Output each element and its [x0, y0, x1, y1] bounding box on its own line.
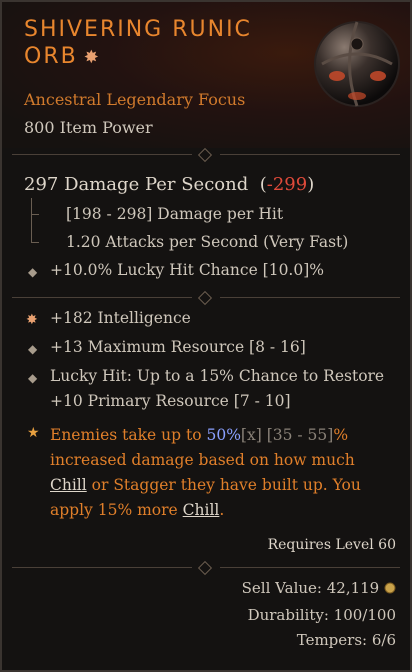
item-title-line2: ORB [24, 44, 78, 69]
tempers: Tempers: 6/6 [296, 631, 396, 649]
orb-item-icon [314, 21, 400, 107]
gold-icon [384, 582, 396, 594]
chill-keyword[interactable]: Chill [183, 501, 220, 519]
durability: Durability: 100/100 [247, 606, 396, 624]
diamond-bullet-icon: ◆ [28, 265, 38, 279]
tree-branch [31, 214, 39, 215]
legendary-star-icon: ★ [27, 425, 40, 441]
dps-delta: -299 [266, 174, 308, 195]
legendary-aspect: Enemies take up to 50%[x] [35 - 55]% inc… [50, 426, 361, 519]
sell-value: Sell Value: 42,119 [242, 579, 396, 597]
item-tooltip: SHIVERING RUNIC ORB ✸ Ancestral Legendary… [0, 0, 412, 672]
required-level: Requires Level 60 [267, 537, 396, 553]
diamond-bullet-icon: ◆ [28, 371, 38, 385]
tooltip-header: SHIVERING RUNIC ORB ✸ Ancestral Legendary… [2, 2, 410, 148]
affix-lucky-hit-line2: +10 Primary Resource [7 - 10] [50, 392, 291, 410]
attacks-per-second: 1.20 Attacks per Second (Very Fast) [66, 233, 349, 251]
item-title-line1: SHIVERING RUNIC [24, 17, 252, 42]
divider [12, 560, 400, 576]
affix-max-resource: +13 Maximum Resource [8 - 16] [50, 338, 306, 356]
damage-per-hit: [198 - 298] Damage per Hit [66, 205, 284, 223]
lucky-hit-chance: +10.0% Lucky Hit Chance [10.0]% [50, 261, 324, 279]
damage-per-second: 297 Damage Per Second (-299) [24, 174, 315, 195]
affix-lucky-hit-line1: Lucky Hit: Up to a 15% Chance to Restore [50, 367, 385, 385]
diamond-bullet-icon: ◆ [28, 342, 38, 356]
affix-intelligence: +182 Intelligence [50, 309, 191, 327]
chill-keyword[interactable]: Chill [50, 476, 87, 494]
stat-tree-line [31, 198, 32, 242]
ancestral-star-icon: ✸ [26, 312, 38, 328]
item-title: SHIVERING RUNIC ORB ✸ [24, 16, 304, 71]
divider [12, 290, 400, 306]
divider [12, 147, 400, 163]
ancestral-star-icon: ✸ [83, 47, 101, 68]
item-subtype: Ancestral Legendary Focus [24, 90, 246, 109]
tree-branch [31, 242, 39, 243]
item-power: 800 Item Power [24, 118, 153, 137]
